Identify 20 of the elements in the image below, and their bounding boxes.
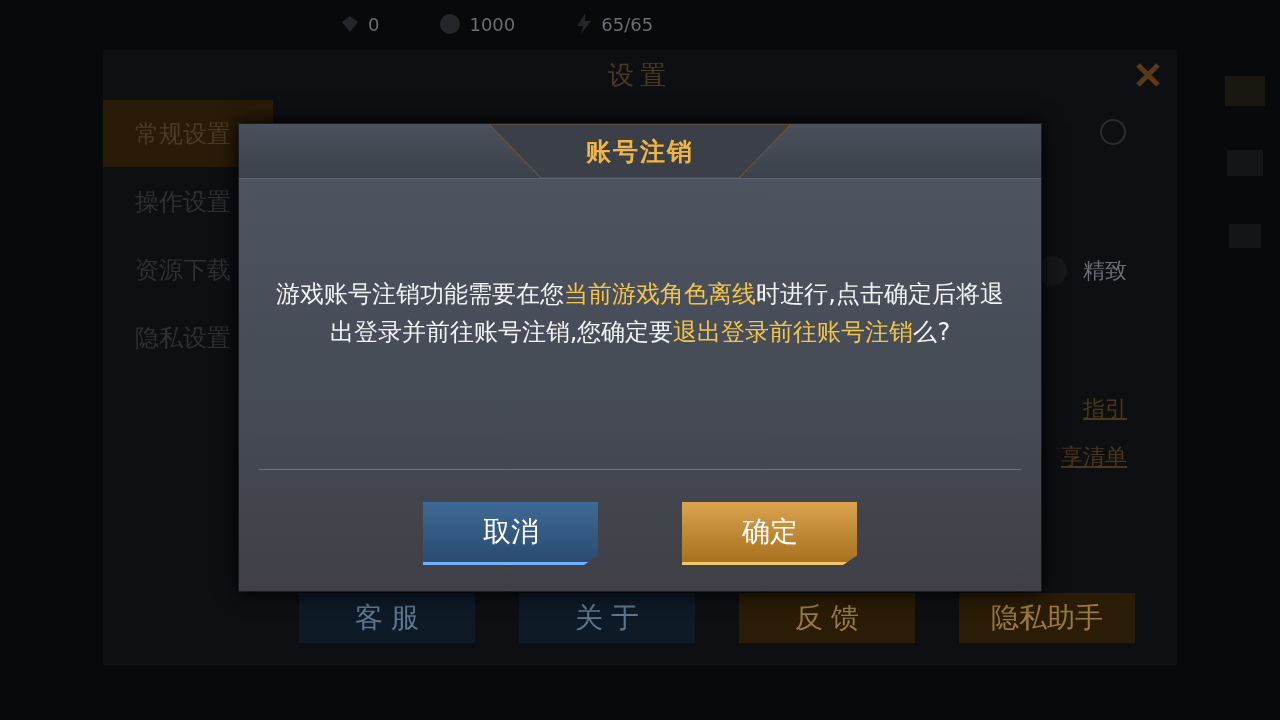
stat-value: 65/65 [601, 13, 654, 35]
stat-value: 1000 [469, 13, 516, 35]
close-icon[interactable] [1135, 62, 1161, 88]
menu-button[interactable]: 客 服 [299, 593, 475, 643]
dialog-message: 游戏账号注销功能需要在您当前游戏角色离线时进行,点击确定后将退出登录并前往账号注销,您确定要退出登录前往账号注销么? [275, 279, 1005, 348]
coin-icon [439, 13, 462, 35]
link[interactable]: 指引 [1083, 394, 1127, 424]
menu-button[interactable]: 隐私助手 [959, 593, 1135, 643]
panel-title: 设置 [608, 58, 672, 92]
cancel-button[interactable]: 取消 [423, 502, 598, 565]
help-icon[interactable] [1099, 118, 1127, 146]
lightning-icon [575, 13, 594, 35]
link[interactable]: 享清单 [1061, 442, 1127, 472]
menu-button[interactable]: 关 于 [519, 593, 695, 643]
confirm-button[interactable]: 确定 [682, 502, 857, 565]
diamond-icon [340, 14, 360, 34]
stat-value: 0 [368, 13, 380, 35]
option-label: 精致 [1083, 257, 1127, 285]
menu-button[interactable]: 反 馈 [739, 593, 915, 643]
dialog-title: 账号注销 [586, 135, 694, 168]
